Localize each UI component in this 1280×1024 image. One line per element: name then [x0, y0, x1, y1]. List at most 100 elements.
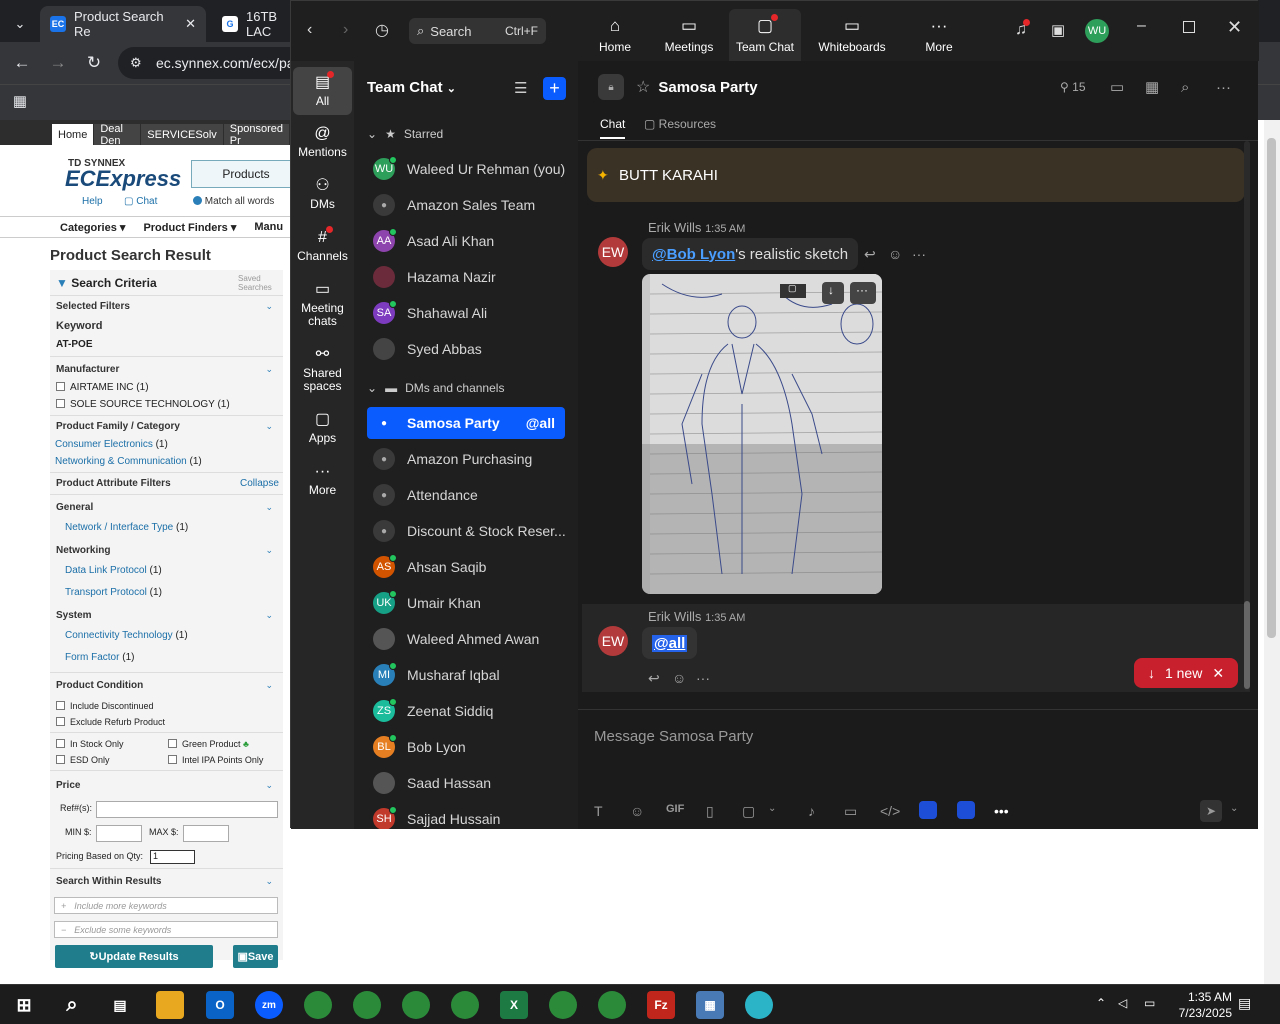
attribute-link[interactable]: Network / Interface Type: [65, 522, 173, 533]
manufacturer-menu[interactable]: Manu: [254, 221, 283, 233]
chat-link[interactable]: ▢ Chat: [124, 196, 157, 207]
pinned-message[interactable]: ✦ BUTT KARAHI: [587, 148, 1245, 202]
chat-list-item[interactable]: ● Amazon Sales Team: [367, 189, 565, 221]
reply-icon[interactable]: ↩: [648, 670, 660, 687]
format-icon[interactable]: T: [594, 803, 603, 819]
family-link[interactable]: Consumer Electronics: [55, 439, 153, 450]
chat-list-item[interactable]: Waleed Ahmed Awan: [367, 623, 565, 655]
attribute-link[interactable]: Data Link Protocol: [65, 565, 147, 576]
chevron-down-icon[interactable]: ⌄: [265, 876, 273, 887]
excel-icon[interactable]: X: [500, 991, 528, 1019]
emoji-icon[interactable]: ☺: [630, 803, 644, 819]
new-messages-pill[interactable]: ↓ 1 new ✕: [1134, 658, 1238, 688]
video-message-icon[interactable]: ▭: [844, 803, 857, 820]
calendar-icon[interactable]: ▣: [1051, 21, 1065, 39]
chat-list-item[interactable]: ● Amazon Purchasing: [367, 443, 565, 475]
back-icon[interactable]: ‹: [307, 21, 312, 39]
update-results-button[interactable]: ↻ Update Results: [55, 945, 213, 968]
more-icon[interactable]: ···: [912, 246, 926, 262]
manufacturer-option[interactable]: SOLE SOURCE TECHNOLOGY (1): [56, 399, 230, 410]
scrollbar-thumb[interactable]: [1267, 138, 1276, 638]
chevron-down-icon[interactable]: ⌄: [768, 803, 776, 814]
avatar[interactable]: EW: [598, 237, 628, 267]
more-icon[interactable]: •••: [994, 803, 1009, 819]
chevron-down-icon[interactable]: ⌄: [265, 421, 273, 432]
rail-shared-spaces[interactable]: ⚯ Shared spaces: [293, 346, 352, 393]
chrome-icon[interactable]: [451, 991, 479, 1019]
checkbox[interactable]: [168, 739, 177, 748]
app-icon[interactable]: [745, 991, 773, 1019]
chevron-down-icon[interactable]: ⌄: [265, 680, 273, 691]
profile-avatar[interactable]: WU: [1085, 19, 1109, 43]
checkbox[interactable]: [56, 399, 65, 408]
maximize-icon[interactable]: [1183, 21, 1195, 33]
nav-more[interactable]: ··· More: [903, 9, 975, 61]
green-option[interactable]: Green Product ♣: [168, 739, 249, 749]
rail-mentions[interactable]: @ Mentions: [293, 125, 352, 159]
mention-link[interactable]: @all: [652, 634, 688, 652]
tab-search-button[interactable]: ⌄: [6, 6, 34, 42]
new-chat-button[interactable]: +: [543, 77, 566, 100]
history-icon[interactable]: ◷: [375, 20, 389, 40]
avatar[interactable]: EW: [598, 626, 628, 656]
bell-icon[interactable]: ♫: [1015, 19, 1030, 39]
chat-list-item[interactable]: AA Asad Ali Khan: [367, 225, 565, 257]
logo-ecexpress[interactable]: ECExpress: [65, 166, 181, 192]
taskbar-clock[interactable]: 1:35 AM 7/23/2025: [1179, 989, 1232, 1021]
chat-list-item[interactable]: MI Musharaf Iqbal: [367, 659, 565, 691]
starred-section[interactable]: ⌄ ★ Starred: [367, 127, 443, 141]
tab-chat[interactable]: Chat: [600, 117, 626, 139]
exclude-keywords-input[interactable]: − Exclude some keywords: [54, 921, 278, 938]
emoji-icon[interactable]: ☺: [888, 246, 902, 262]
nav-home[interactable]: ⌂ Home: [579, 9, 651, 61]
zoom-taskbar-icon[interactable]: zm: [255, 991, 283, 1019]
site-info-icon[interactable]: ⚙: [130, 55, 142, 71]
chat-list-item[interactable]: WU Waleed Ur Rehman (you): [367, 153, 565, 185]
sketch-image[interactable]: ▢ ↓ ···: [642, 274, 882, 594]
chat-list-item[interactable]: Saad Hassan: [367, 767, 565, 799]
filter-icon[interactable]: ☰: [514, 79, 527, 97]
chat-list-item[interactable]: ● Attendance: [367, 479, 565, 511]
task-view-icon[interactable]: ▤: [106, 991, 134, 1019]
video-off-icon[interactable]: ▭: [1110, 78, 1124, 96]
qty-input[interactable]: 1: [150, 850, 195, 864]
windows-start-icon[interactable]: ⊞: [10, 991, 38, 1019]
screenshot-icon[interactable]: ▢: [742, 803, 755, 820]
ref-input[interactable]: [96, 801, 278, 818]
emoji-icon[interactable]: ☺: [672, 670, 686, 686]
chevron-down-icon[interactable]: ⌄: [265, 301, 273, 312]
rail-more[interactable]: ··· More: [293, 463, 352, 497]
attribute-link[interactable]: Connectivity Technology: [65, 630, 173, 641]
chevron-down-icon[interactable]: ⌄: [265, 502, 273, 513]
nav-meetings[interactable]: ▭ Meetings: [653, 9, 725, 61]
chevron-down-icon[interactable]: ⌄: [265, 364, 273, 375]
chat-list-item[interactable]: SA Shahawal Ali: [367, 297, 565, 329]
app-icon[interactable]: [919, 801, 937, 819]
family-link[interactable]: Networking & Communication: [55, 456, 187, 467]
crop-icon[interactable]: ▢: [788, 283, 797, 294]
back-icon[interactable]: ←: [10, 51, 34, 75]
reload-icon[interactable]: ↻: [82, 51, 106, 75]
chrome-icon[interactable]: [549, 991, 577, 1019]
network-icon[interactable]: ▭: [1144, 996, 1155, 1010]
checkbox[interactable]: [168, 755, 177, 764]
close-icon[interactable]: ✕: [1227, 17, 1242, 38]
page-scrollbar[interactable]: [1264, 120, 1280, 984]
mic-icon[interactable]: ♪: [808, 803, 815, 819]
calendar-icon[interactable]: ▦: [1145, 78, 1159, 96]
chrome-icon[interactable]: [598, 991, 626, 1019]
search-icon[interactable]: ⌕: [58, 991, 86, 1019]
star-icon[interactable]: ☆: [636, 77, 650, 97]
mention-link[interactable]: @Bob Lyon: [652, 246, 735, 263]
reply-icon[interactable]: ↩: [864, 246, 876, 263]
chat-list-item[interactable]: Syed Abbas: [367, 333, 565, 365]
max-input[interactable]: [183, 825, 229, 842]
chrome-icon[interactable]: [304, 991, 332, 1019]
more-icon[interactable]: ···: [856, 283, 868, 297]
filezilla-icon[interactable]: Fz: [647, 991, 675, 1019]
manufacturer-option[interactable]: AIRTAME INC (1): [56, 382, 149, 393]
esd-option[interactable]: ESD Only: [56, 755, 110, 765]
browser-tab[interactable]: G 16TB LAC: [212, 6, 292, 42]
author-name[interactable]: Erik Wills: [648, 609, 701, 624]
calculator-icon[interactable]: ▦: [696, 991, 724, 1019]
